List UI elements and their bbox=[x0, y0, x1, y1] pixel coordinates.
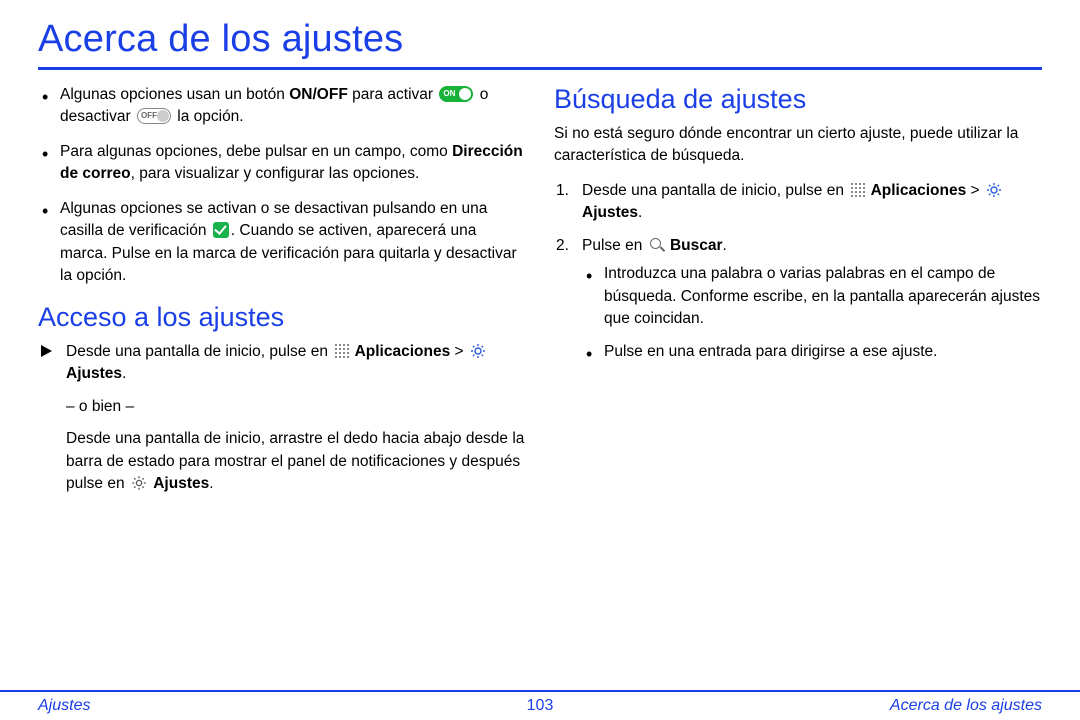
step-number-1: 1. bbox=[556, 180, 569, 202]
text: Para algunas opciones, debe pulsar en un… bbox=[60, 143, 452, 160]
step-2: 2. Pulse en Buscar. Introduzca una palab… bbox=[554, 235, 1042, 363]
heading-access-settings: Acceso a los ajustes bbox=[38, 302, 526, 333]
search-icon bbox=[649, 237, 664, 252]
text: Desde una pantalla de inicio, pulse en bbox=[66, 343, 332, 360]
bullet-field: Para algunas opciones, debe pulsar en un… bbox=[38, 141, 526, 186]
bold-apps: Aplicaciones bbox=[355, 343, 451, 360]
bullet-checkbox: Algunas opciones se activan o se desacti… bbox=[38, 198, 526, 288]
text: Desde una pantalla de inicio, pulse en bbox=[582, 182, 848, 199]
settings-gear-outline-icon bbox=[131, 475, 147, 491]
toggle-on-icon bbox=[439, 86, 473, 102]
page-number: 103 bbox=[527, 697, 554, 715]
checkbox-checked-icon bbox=[213, 222, 229, 238]
bold-settings: Ajustes bbox=[582, 204, 638, 221]
heading-search-settings: Búsqueda de ajustes bbox=[554, 84, 1042, 115]
sub-bullet-2: Pulse en una entrada para dirigirse a es… bbox=[582, 341, 1042, 363]
text: Pulse en bbox=[582, 237, 647, 254]
step-number-2: 2. bbox=[556, 235, 569, 257]
toggle-off-icon bbox=[137, 108, 171, 124]
page-footer: Ajustes 103 Acerca de los ajustes bbox=[0, 690, 1080, 720]
page-title: Acerca de los ajustes bbox=[38, 18, 1042, 70]
bullet-onoff: Algunas opciones usan un botón ON/OFF pa… bbox=[38, 84, 526, 129]
or-divider: – o bien – bbox=[66, 396, 526, 418]
period: . bbox=[122, 365, 126, 382]
settings-gear-icon bbox=[470, 343, 486, 359]
bold-search: Buscar bbox=[670, 237, 723, 254]
text: Algunas opciones usan un botón bbox=[60, 86, 289, 103]
search-steps: 1. Desde una pantalla de inicio, pulse e… bbox=[554, 180, 1042, 363]
right-column: Búsqueda de ajustes Si no está seguro dó… bbox=[554, 84, 1042, 506]
text: para activar bbox=[348, 86, 438, 103]
access-steps: Desde una pantalla de inicio, pulse en A… bbox=[38, 341, 526, 496]
settings-gear-icon bbox=[986, 182, 1002, 198]
period: . bbox=[723, 237, 727, 254]
two-column-layout: Algunas opciones usan un botón ON/OFF pa… bbox=[38, 84, 1042, 506]
apps-grid-icon bbox=[333, 342, 349, 358]
sub-bullet-1: Introduzca una palabra o varias palabras… bbox=[582, 263, 1042, 330]
step-alt: Desde una pantalla de inicio, arrastre e… bbox=[66, 428, 526, 495]
text: la opción. bbox=[173, 108, 244, 125]
search-intro: Si no está seguro dónde encontrar un cie… bbox=[554, 123, 1042, 168]
left-column: Algunas opciones usan un botón ON/OFF pa… bbox=[38, 84, 526, 506]
intro-bullet-list: Algunas opciones usan un botón ON/OFF pa… bbox=[38, 84, 526, 288]
period: . bbox=[638, 204, 642, 221]
apps-grid-icon bbox=[849, 181, 865, 197]
bold-onoff: ON/OFF bbox=[289, 86, 348, 103]
bold-settings-2: Ajustes bbox=[153, 475, 209, 492]
period: . bbox=[209, 475, 213, 492]
text: , para visualizar y configurar las opcio… bbox=[131, 165, 420, 182]
step-arrow: Desde una pantalla de inicio, pulse en A… bbox=[38, 341, 526, 496]
footer-topic: Acerca de los ajustes bbox=[890, 697, 1042, 715]
bold-settings: Ajustes bbox=[66, 365, 122, 382]
breadcrumb-gt: > bbox=[450, 343, 468, 360]
footer-section: Ajustes bbox=[38, 697, 90, 715]
bold-apps: Aplicaciones bbox=[871, 182, 967, 199]
step-1: 1. Desde una pantalla de inicio, pulse e… bbox=[554, 180, 1042, 225]
breadcrumb-gt: > bbox=[966, 182, 984, 199]
manual-page: Acerca de los ajustes Algunas opciones u… bbox=[0, 0, 1080, 720]
step-2-subbullets: Introduzca una palabra o varias palabras… bbox=[582, 263, 1042, 363]
